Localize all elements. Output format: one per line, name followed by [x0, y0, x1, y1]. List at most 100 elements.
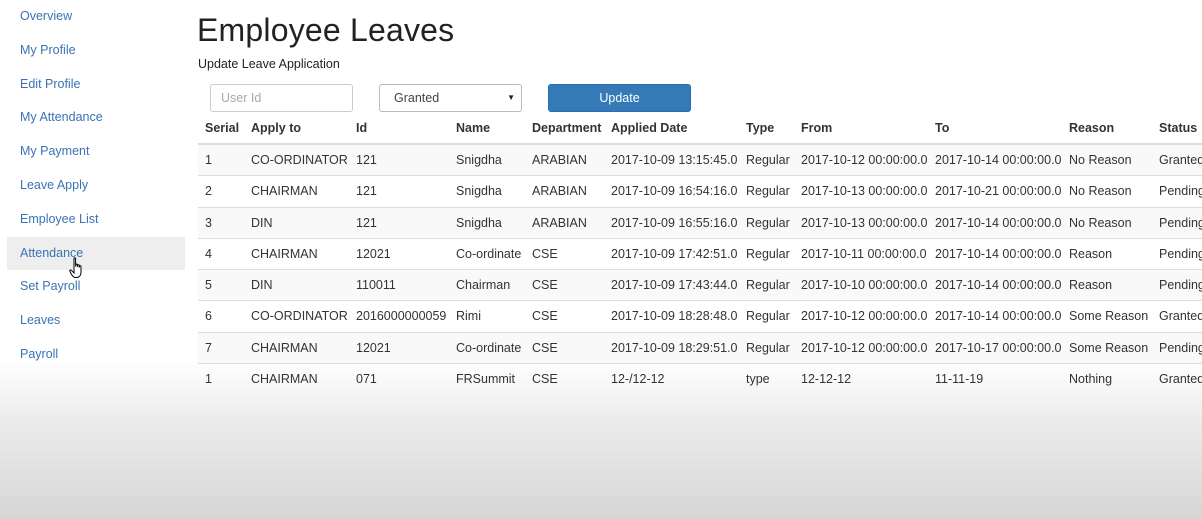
table-row: 1 CHAIRMAN 071 FRSummit CSE 12-/12-12 type 12-1…: [198, 363, 1202, 394]
cell-type: Regular: [746, 309, 790, 324]
cell-status: Granted: [1159, 309, 1202, 324]
cell-to: 2017-10-14 00:00:00.0: [935, 309, 1062, 324]
cell-apply-to: CHAIRMAN: [251, 184, 318, 199]
sidebar-item-my-profile[interactable]: My Profile: [7, 34, 185, 67]
cell-type: Regular: [746, 340, 790, 355]
cell-reason: Nothing: [1069, 372, 1113, 387]
cell-apply-to: CHAIRMAN: [251, 340, 318, 355]
cell-applied-date: 2017-10-09 18:29:51.0: [611, 340, 738, 355]
table-header-row: Serial Apply to Id Name Department Applied Da…: [198, 113, 1202, 144]
cell-applied-date: 2017-10-09 16:55:16.0: [611, 215, 738, 230]
cell-status: Pending: [1159, 278, 1202, 293]
sidebar-item-edit-profile[interactable]: Edit Profile: [7, 68, 185, 101]
cell-id: 121: [356, 153, 377, 167]
column-header-type: Type: [746, 121, 775, 135]
cell-id: 121: [356, 184, 377, 199]
status-select[interactable]: Granted ▼: [379, 84, 522, 112]
cell-department: CSE: [532, 372, 558, 387]
page-title: Employee Leaves: [197, 12, 455, 48]
cell-from: 2017-10-13 00:00:00.0: [801, 184, 928, 199]
cell-reason: No Reason: [1069, 184, 1132, 199]
sidebar-item-leave-apply[interactable]: Leave Apply: [7, 169, 185, 202]
cell-to: 11-11-19: [935, 372, 984, 387]
cell-type: Regular: [746, 153, 790, 167]
column-header-serial: Serial: [205, 121, 240, 135]
cell-status: Pending: [1159, 215, 1202, 230]
cell-applied-date: 12-/12-12: [611, 372, 665, 387]
leave-table: Serial Apply to Id Name Department Applied Da…: [198, 113, 1202, 394]
hand-pointer-icon: [69, 257, 82, 278]
table-row: 1 CO-ORDINATOR 121 Snigdha ARABIAN 2017-10-09…: [198, 144, 1202, 176]
cell-reason: No Reason: [1069, 215, 1132, 230]
cell-to: 2017-10-14 00:00:00.0: [935, 246, 1062, 261]
sidebar-item-employee-list[interactable]: Employee List: [7, 203, 185, 236]
table-row: 4 CHAIRMAN 12021 Co-ordinate CSE 2017-10-09 1…: [198, 237, 1202, 269]
cell-name: Co-ordinate: [456, 340, 522, 355]
cell-applied-date: 2017-10-09 17:43:44.0: [611, 278, 738, 293]
cell-department: ARABIAN: [532, 153, 587, 167]
cell-from: 2017-10-12 00:00:00.0: [801, 340, 928, 355]
cell-department: ARABIAN: [532, 184, 587, 199]
cell-id: 110011: [356, 278, 396, 293]
column-header-apply-to: Apply to: [251, 121, 301, 135]
table-row: 5 DIN 110011 Chairman CSE 2017-10-09 17:43:44…: [198, 269, 1202, 301]
cell-department: ARABIAN: [532, 215, 587, 230]
table-row: 6 CO-ORDINATOR 2016000000059 Rimi CSE 2017-10…: [198, 300, 1202, 331]
column-header-id: Id: [356, 121, 368, 135]
cell-id: 121: [356, 215, 377, 230]
cell-apply-to: DIN: [251, 215, 273, 230]
update-button[interactable]: Update: [548, 84, 691, 112]
cell-status: Pending: [1159, 184, 1202, 199]
sidebar-nav: Overview My Profile Edit Profile My Atte…: [0, 0, 185, 380]
cell-serial: 1: [205, 153, 212, 167]
sidebar-item-attendance[interactable]: Attendance: [7, 237, 185, 270]
cell-reason: Some Reason: [1069, 309, 1149, 324]
cell-name: Rimi: [456, 309, 481, 324]
column-header-department: Department: [532, 121, 602, 135]
column-header-to: To: [935, 121, 950, 135]
cell-reason: Reason: [1069, 246, 1113, 261]
cell-id: 071: [356, 372, 377, 387]
cell-to: 2017-10-17 00:00:00.0: [935, 340, 1062, 355]
cell-name: Snigdha: [456, 184, 502, 199]
sidebar-item-overview[interactable]: Overview: [7, 0, 185, 33]
sidebar-item-my-payment[interactable]: My Payment: [7, 135, 185, 168]
cell-serial: 2: [205, 184, 212, 199]
cell-type: type: [746, 372, 770, 387]
column-header-reason: Reason: [1069, 121, 1115, 135]
sidebar-item-set-payroll[interactable]: Set Payroll: [7, 270, 185, 303]
caret-down-icon: ▼: [507, 93, 515, 102]
cell-name: FRSummit: [456, 372, 516, 387]
cell-status: Granted: [1159, 153, 1202, 167]
user-id-input[interactable]: [210, 84, 353, 112]
column-header-applied-date: Applied Date: [611, 121, 688, 135]
cell-name: Chairman: [456, 278, 511, 293]
cell-name: Snigdha: [456, 215, 502, 230]
cell-from: 2017-10-10 00:00:00.0: [801, 278, 928, 293]
cell-serial: 7: [205, 340, 212, 355]
cell-from: 2017-10-11 00:00:00.0: [801, 246, 927, 261]
sidebar-item-my-attendance[interactable]: My Attendance: [7, 101, 185, 134]
cell-from: 2017-10-13 00:00:00.0: [801, 215, 928, 230]
cell-applied-date: 2017-10-09 18:28:48.0: [611, 309, 738, 324]
cell-reason: No Reason: [1069, 153, 1132, 167]
cell-department: CSE: [532, 309, 558, 324]
sidebar-item-leaves[interactable]: Leaves: [7, 304, 185, 337]
cell-applied-date: 2017-10-09 13:15:45.0: [611, 153, 738, 167]
cell-from: 2017-10-12 00:00:00.0: [801, 309, 928, 324]
cell-department: CSE: [532, 340, 558, 355]
cell-to: 2017-10-14 00:00:00.0: [935, 215, 1062, 230]
cell-from: 12-12-12: [801, 372, 852, 387]
sidebar-item-payroll[interactable]: Payroll: [7, 338, 185, 371]
page-subtitle: Update Leave Application: [198, 57, 340, 71]
cell-id: 12021: [356, 340, 391, 355]
cell-to: 2017-10-14 00:00:00.0: [935, 153, 1062, 167]
status-select-value: Granted: [394, 91, 440, 105]
cell-apply-to: CO-ORDINATOR: [251, 153, 348, 167]
cell-serial: 3: [205, 215, 212, 230]
cell-applied-date: 2017-10-09 16:54:16.0: [611, 184, 738, 199]
column-header-status: Status: [1159, 121, 1198, 135]
cell-serial: 5: [205, 278, 212, 293]
table-row: 7 CHAIRMAN 12021 Co-ordinate CSE 2017-10-09 1…: [198, 331, 1202, 364]
table-row: 2 CHAIRMAN 121 Snigdha ARABIAN 2017-10-09 16:…: [198, 175, 1202, 206]
